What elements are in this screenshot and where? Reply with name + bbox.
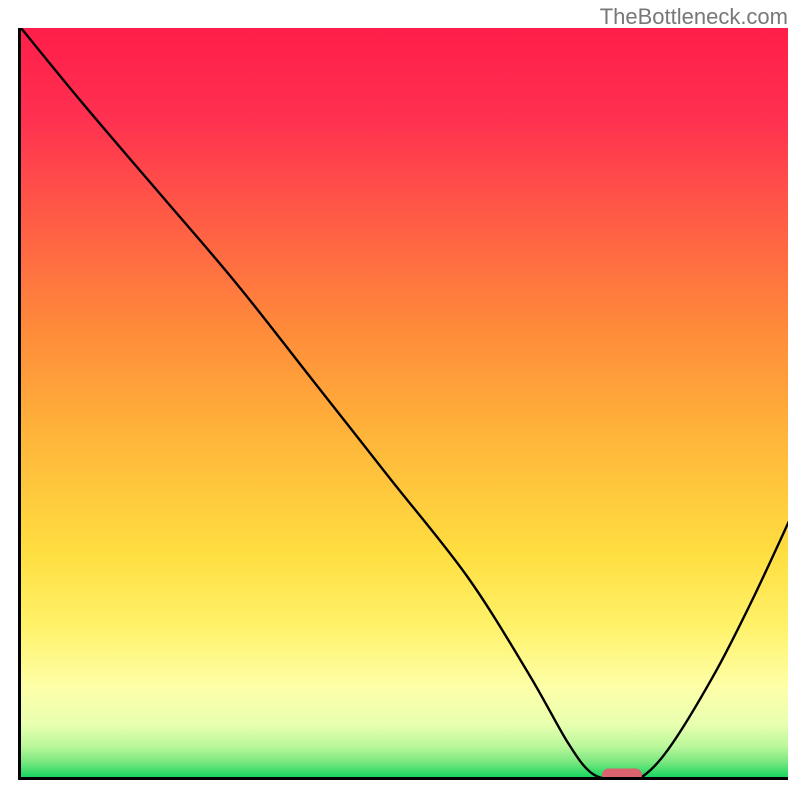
chart-frame: TheBottleneck.com (0, 0, 800, 800)
optimal-marker (602, 769, 642, 780)
watermark-text: TheBottleneck.com (600, 4, 788, 30)
bottleneck-curve-path (21, 28, 788, 780)
curve-layer (21, 28, 788, 780)
plot-area (18, 28, 788, 780)
